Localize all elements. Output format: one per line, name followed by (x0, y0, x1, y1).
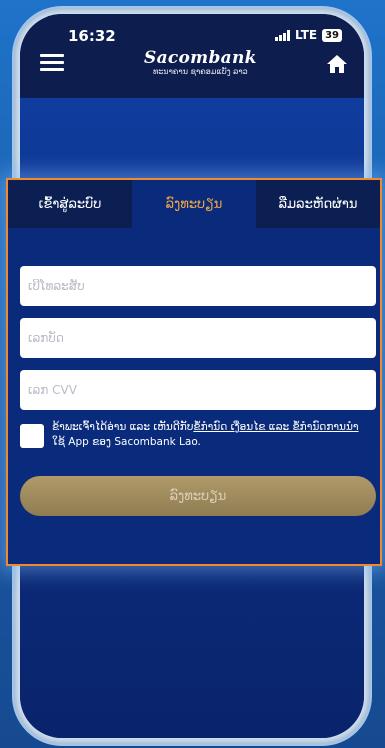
tab-bar: ເຂົ້າສູ່ລະບົບ ລົງທະບຽນ ລືມລະຫັດຜ່ານ (8, 180, 380, 228)
cvv-input[interactable] (20, 370, 376, 410)
network-label: LTE (295, 28, 318, 42)
status-time: 16:32 (68, 27, 116, 45)
battery-icon: 39 (322, 28, 342, 42)
terms-checkbox[interactable] (20, 424, 44, 448)
brand-name: Sacombank (144, 48, 257, 68)
terms-link[interactable]: ຂໍ້ກໍານົດ ເງື່ອນໄຂ ແລະ ຂໍ້ກໍານົດການນໍາ (193, 421, 358, 433)
tab-login[interactable]: ເຂົ້າສູ່ລະບົບ (8, 180, 132, 228)
brand-subtitle: ທະນາຄານ ຊາຄອມແບັງ ລາວ (153, 67, 248, 76)
terms-prefix: ຂ້າພະເຈົ້າໄດ້ອ່ານ ແລະ ເຫັນດີກັບ (52, 421, 194, 433)
home-icon[interactable] (326, 54, 348, 74)
registration-panel: ເຂົ້າສູ່ລະບົບ ລົງທະບຽນ ລືມລະຫັດຜ່ານ ຂ້າພ… (6, 178, 382, 566)
signal-icon (275, 29, 291, 41)
tab-forgot-password[interactable]: ລືມລະຫັດຜ່ານ (256, 180, 380, 228)
tab-register[interactable]: ລົງທະບຽນ (132, 180, 256, 228)
phone-input[interactable] (20, 266, 376, 306)
menu-icon[interactable] (40, 54, 64, 72)
card-number-input[interactable] (20, 318, 376, 358)
terms-suffix: ໃຊ້ App ຂອງ Sacombank Lao. (52, 436, 201, 448)
app-header: 16:32 LTE 39 Sacombank ທະນາຄານ ຊາຄອມແບັງ… (20, 14, 364, 98)
status-bar-right: LTE 39 (275, 28, 342, 42)
terms-text: ຂ້າພະເຈົ້າໄດ້ອ່ານ ແລະ ເຫັນດີກັບຂໍ້ກໍານົດ… (52, 420, 370, 450)
brand-logo: Sacombank ທະນາຄານ ຊາຄອມແບັງ ລາວ (144, 48, 257, 76)
register-button[interactable]: ລົງທະບຽນ (20, 476, 376, 516)
